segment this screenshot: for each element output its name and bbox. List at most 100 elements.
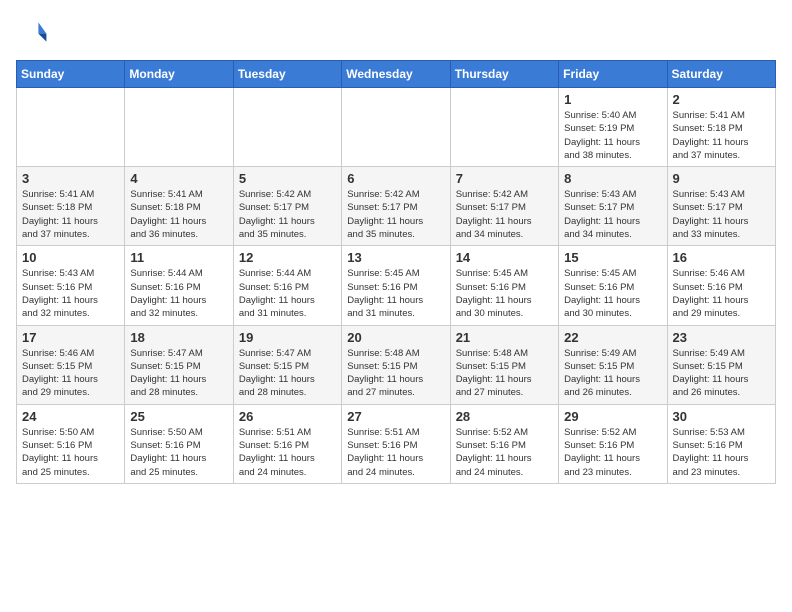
calendar-cell: 23 Sunrise: 5:49 AMSunset: 5:15 PMDayligh…: [667, 325, 775, 404]
day-number: 28: [456, 409, 553, 424]
calendar-cell: 22 Sunrise: 5:49 AMSunset: 5:15 PMDayligh…: [559, 325, 667, 404]
day-info: Sunrise: 5:41 AMSunset: 5:18 PMDaylight:…: [22, 188, 119, 241]
calendar-cell: 9 Sunrise: 5:43 AMSunset: 5:17 PMDaylight…: [667, 167, 775, 246]
calendar-cell: 19 Sunrise: 5:47 AMSunset: 5:15 PMDayligh…: [233, 325, 341, 404]
weekday-header-thursday: Thursday: [450, 61, 558, 88]
calendar-cell: 30 Sunrise: 5:53 AMSunset: 5:16 PMDayligh…: [667, 404, 775, 483]
day-info: Sunrise: 5:50 AMSunset: 5:16 PMDaylight:…: [130, 426, 227, 479]
day-info: Sunrise: 5:52 AMSunset: 5:16 PMDaylight:…: [456, 426, 553, 479]
day-info: Sunrise: 5:43 AMSunset: 5:17 PMDaylight:…: [564, 188, 661, 241]
day-number: 24: [22, 409, 119, 424]
calendar-cell: 27 Sunrise: 5:51 AMSunset: 5:16 PMDayligh…: [342, 404, 450, 483]
calendar-cell: 16 Sunrise: 5:46 AMSunset: 5:16 PMDayligh…: [667, 246, 775, 325]
day-info: Sunrise: 5:44 AMSunset: 5:16 PMDaylight:…: [130, 267, 227, 320]
day-number: 19: [239, 330, 336, 345]
day-info: Sunrise: 5:45 AMSunset: 5:16 PMDaylight:…: [347, 267, 444, 320]
day-number: 29: [564, 409, 661, 424]
day-number: 23: [673, 330, 770, 345]
day-number: 2: [673, 92, 770, 107]
day-info: Sunrise: 5:46 AMSunset: 5:15 PMDaylight:…: [22, 347, 119, 400]
day-number: 26: [239, 409, 336, 424]
calendar-cell: 29 Sunrise: 5:52 AMSunset: 5:16 PMDayligh…: [559, 404, 667, 483]
day-info: Sunrise: 5:52 AMSunset: 5:16 PMDaylight:…: [564, 426, 661, 479]
calendar-cell: 15 Sunrise: 5:45 AMSunset: 5:16 PMDayligh…: [559, 246, 667, 325]
calendar-body: 1Sunrise: 5:40 AMSunset: 5:19 PMDaylight…: [17, 88, 776, 484]
weekday-header-saturday: Saturday: [667, 61, 775, 88]
calendar-cell: 7 Sunrise: 5:42 AMSunset: 5:17 PMDaylight…: [450, 167, 558, 246]
calendar-cell: 6Sunrise: 5:42 AMSunset: 5:17 PMDaylight…: [342, 167, 450, 246]
calendar-cell: 2 Sunrise: 5:41 AMSunset: 5:18 PMDaylight…: [667, 88, 775, 167]
day-number: 11: [130, 250, 227, 265]
calendar-week-row: 10 Sunrise: 5:43 AMSunset: 5:16 PMDayligh…: [17, 246, 776, 325]
calendar-cell: [342, 88, 450, 167]
day-info: Sunrise: 5:51 AMSunset: 5:16 PMDaylight:…: [347, 426, 444, 479]
calendar-cell: 26Sunrise: 5:51 AMSunset: 5:16 PMDayligh…: [233, 404, 341, 483]
day-number: 15: [564, 250, 661, 265]
calendar-cell: 10 Sunrise: 5:43 AMSunset: 5:16 PMDayligh…: [17, 246, 125, 325]
day-info: Sunrise: 5:46 AMSunset: 5:16 PMDaylight:…: [673, 267, 770, 320]
calendar-cell: 25Sunrise: 5:50 AMSunset: 5:16 PMDayligh…: [125, 404, 233, 483]
day-number: 27: [347, 409, 444, 424]
calendar-cell: 13 Sunrise: 5:45 AMSunset: 5:16 PMDayligh…: [342, 246, 450, 325]
day-info: Sunrise: 5:43 AMSunset: 5:16 PMDaylight:…: [22, 267, 119, 320]
calendar-cell: 8 Sunrise: 5:43 AMSunset: 5:17 PMDaylight…: [559, 167, 667, 246]
day-number: 22: [564, 330, 661, 345]
calendar-cell: 28 Sunrise: 5:52 AMSunset: 5:16 PMDayligh…: [450, 404, 558, 483]
day-info: Sunrise: 5:41 AMSunset: 5:18 PMDaylight:…: [673, 109, 770, 162]
day-number: 12: [239, 250, 336, 265]
calendar-cell: [17, 88, 125, 167]
calendar-cell: [233, 88, 341, 167]
day-number: 17: [22, 330, 119, 345]
day-info: Sunrise: 5:44 AMSunset: 5:16 PMDaylight:…: [239, 267, 336, 320]
calendar-cell: 20Sunrise: 5:48 AMSunset: 5:15 PMDayligh…: [342, 325, 450, 404]
day-info: Sunrise: 5:42 AMSunset: 5:17 PMDaylight:…: [239, 188, 336, 241]
day-info: Sunrise: 5:53 AMSunset: 5:16 PMDaylight:…: [673, 426, 770, 479]
calendar-cell: [450, 88, 558, 167]
calendar-cell: 3 Sunrise: 5:41 AMSunset: 5:18 PMDaylight…: [17, 167, 125, 246]
day-number: 9: [673, 171, 770, 186]
day-number: 10: [22, 250, 119, 265]
day-info: Sunrise: 5:43 AMSunset: 5:17 PMDaylight:…: [673, 188, 770, 241]
day-info: Sunrise: 5:47 AMSunset: 5:15 PMDaylight:…: [130, 347, 227, 400]
day-number: 3: [22, 171, 119, 186]
day-number: 6: [347, 171, 444, 186]
day-info: Sunrise: 5:42 AMSunset: 5:17 PMDaylight:…: [456, 188, 553, 241]
day-number: 14: [456, 250, 553, 265]
day-number: 30: [673, 409, 770, 424]
calendar-cell: 4Sunrise: 5:41 AMSunset: 5:18 PMDaylight…: [125, 167, 233, 246]
calendar-cell: 18 Sunrise: 5:47 AMSunset: 5:15 PMDayligh…: [125, 325, 233, 404]
day-number: 16: [673, 250, 770, 265]
day-info: Sunrise: 5:45 AMSunset: 5:16 PMDaylight:…: [456, 267, 553, 320]
calendar-cell: 14 Sunrise: 5:45 AMSunset: 5:16 PMDayligh…: [450, 246, 558, 325]
weekday-header-row: SundayMondayTuesdayWednesdayThursdayFrid…: [17, 61, 776, 88]
calendar-cell: [125, 88, 233, 167]
day-info: Sunrise: 5:48 AMSunset: 5:15 PMDaylight:…: [456, 347, 553, 400]
weekday-header-sunday: Sunday: [17, 61, 125, 88]
day-number: 18: [130, 330, 227, 345]
calendar-cell: 1Sunrise: 5:40 AMSunset: 5:19 PMDaylight…: [559, 88, 667, 167]
day-info: Sunrise: 5:49 AMSunset: 5:15 PMDaylight:…: [673, 347, 770, 400]
day-number: 7: [456, 171, 553, 186]
day-number: 13: [347, 250, 444, 265]
day-number: 21: [456, 330, 553, 345]
calendar-table: SundayMondayTuesdayWednesdayThursdayFrid…: [16, 60, 776, 484]
day-info: Sunrise: 5:47 AMSunset: 5:15 PMDaylight:…: [239, 347, 336, 400]
calendar-cell: 5Sunrise: 5:42 AMSunset: 5:17 PMDaylight…: [233, 167, 341, 246]
calendar-header: SundayMondayTuesdayWednesdayThursdayFrid…: [17, 61, 776, 88]
day-number: 8: [564, 171, 661, 186]
calendar-cell: 24 Sunrise: 5:50 AMSunset: 5:16 PMDayligh…: [17, 404, 125, 483]
day-info: Sunrise: 5:40 AMSunset: 5:19 PMDaylight:…: [564, 109, 661, 162]
logo-icon: [16, 16, 48, 48]
weekday-header-wednesday: Wednesday: [342, 61, 450, 88]
day-number: 4: [130, 171, 227, 186]
day-info: Sunrise: 5:50 AMSunset: 5:16 PMDaylight:…: [22, 426, 119, 479]
calendar-cell: 21 Sunrise: 5:48 AMSunset: 5:15 PMDayligh…: [450, 325, 558, 404]
page-header: [16, 16, 776, 48]
calendar-week-row: 17 Sunrise: 5:46 AMSunset: 5:15 PMDayligh…: [17, 325, 776, 404]
logo: [16, 16, 52, 48]
calendar-week-row: 1Sunrise: 5:40 AMSunset: 5:19 PMDaylight…: [17, 88, 776, 167]
calendar-cell: 11 Sunrise: 5:44 AMSunset: 5:16 PMDayligh…: [125, 246, 233, 325]
calendar-week-row: 24 Sunrise: 5:50 AMSunset: 5:16 PMDayligh…: [17, 404, 776, 483]
day-info: Sunrise: 5:49 AMSunset: 5:15 PMDaylight:…: [564, 347, 661, 400]
day-info: Sunrise: 5:45 AMSunset: 5:16 PMDaylight:…: [564, 267, 661, 320]
